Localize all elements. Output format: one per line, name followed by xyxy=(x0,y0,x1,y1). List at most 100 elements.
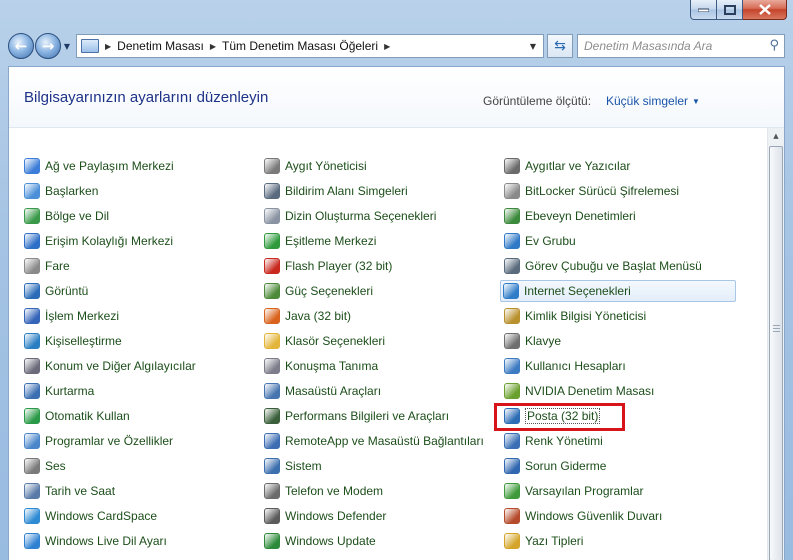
control-panel-item[interactable]: Tarih ve Saat xyxy=(24,480,115,502)
control-panel-item[interactable]: Otomatik Kullan xyxy=(24,405,130,427)
control-panel-item[interactable]: Yazı Tipleri xyxy=(504,530,583,552)
start-icon xyxy=(24,183,40,199)
control-panel-item[interactable]: Java (32 bit) xyxy=(264,305,351,327)
back-arrow-icon: ← xyxy=(14,37,28,55)
control-panel-item[interactable]: Windows Update xyxy=(264,530,376,552)
address-history-dropdown[interactable]: ▼ xyxy=(523,35,543,57)
refresh-icon: ⇆ xyxy=(554,38,566,54)
accessibility-icon xyxy=(24,233,40,249)
breadcrumb-separator-icon[interactable]: ▶ xyxy=(384,42,390,51)
control-panel-item[interactable]: Aygıtlar ve Yazıcılar xyxy=(504,155,630,177)
refresh-button[interactable]: ⇆ xyxy=(547,34,573,58)
control-panel-item[interactable]: İşlem Merkezi xyxy=(24,305,119,327)
scrollbar-thumb[interactable] xyxy=(769,146,783,560)
credential-icon xyxy=(504,308,520,324)
recent-pages-dropdown[interactable]: ▼ xyxy=(61,33,73,59)
view-by-dropdown[interactable]: Küçük simgeler ▼ xyxy=(606,94,700,108)
control-panel-item-label: Dizin Oluşturma Seçenekleri xyxy=(285,209,437,223)
control-panel-item-label: Windows Defender xyxy=(285,509,387,523)
control-panel-item[interactable]: Bildirim Alanı Simgeleri xyxy=(264,180,408,202)
autoplay-icon xyxy=(24,408,40,424)
control-panel-item[interactable]: BitLocker Sürücü Şifrelemesi xyxy=(504,180,679,202)
control-panel-item[interactable]: Kullanıcı Hesapları xyxy=(504,355,626,377)
control-panel-item[interactable]: Güç Seçenekleri xyxy=(264,280,373,302)
page-title: Bilgisayarınızın ayarlarını düzenleyin xyxy=(24,89,269,106)
control-panel-item-label: Yazı Tipleri xyxy=(525,534,584,548)
control-panel-item-label: Klasör Seçenekleri xyxy=(285,334,386,348)
nvidia-icon xyxy=(504,383,520,399)
breadcrumb-control-panel[interactable]: Denetim Masası xyxy=(117,39,204,53)
control-panel-item[interactable]: Windows CardSpace xyxy=(24,505,157,527)
control-panel-item[interactable]: Erişim Kolaylığı Merkezi xyxy=(24,230,173,252)
power-icon xyxy=(264,283,280,299)
control-panel-item[interactable]: Ev Grubu xyxy=(504,230,576,252)
control-panel-item[interactable]: Konuşma Tanıma xyxy=(264,355,378,377)
printer-icon xyxy=(504,158,520,174)
scroll-up-button[interactable]: ▲ xyxy=(768,128,784,144)
control-panel-item-label: Windows Güvenlik Duvarı xyxy=(525,509,663,523)
control-panel-item[interactable]: Windows Live Dil Ayarı xyxy=(24,530,167,552)
control-panel-item[interactable]: Kurtarma xyxy=(24,380,94,402)
control-panel-item[interactable]: Ses xyxy=(24,455,66,477)
control-panel-item[interactable]: Dizin Oluşturma Seçenekleri xyxy=(264,205,436,227)
control-panel-item[interactable]: Flash Player (32 bit) xyxy=(264,255,392,277)
control-panel-item[interactable]: Aygıt Yöneticisi xyxy=(264,155,367,177)
search-box[interactable]: Denetim Masasında Ara ⚲ xyxy=(577,34,785,58)
control-panel-item[interactable]: Telefon ve Modem xyxy=(264,480,383,502)
control-panel-item[interactable]: Windows Defender xyxy=(264,505,386,527)
control-panel-item[interactable]: Windows Güvenlik Duvarı xyxy=(504,505,662,527)
control-panel-item-label: Görev Çubuğu ve Başlat Menüsü xyxy=(525,259,702,273)
control-panel-item[interactable]: Başlarken xyxy=(24,180,98,202)
control-panel-item-label: Telefon ve Modem xyxy=(285,484,384,498)
breadcrumb-all-items[interactable]: Tüm Denetim Masası Öğeleri xyxy=(222,39,378,53)
update-icon xyxy=(264,533,280,549)
control-panel-item[interactable]: NVIDIA Denetim Masası xyxy=(504,380,654,402)
control-panel-item[interactable]: Varsayılan Programlar xyxy=(504,480,644,502)
color-icon xyxy=(504,433,520,449)
control-panel-item[interactable]: Programlar ve Özellikler xyxy=(24,430,173,452)
control-panel-item[interactable]: Sistem xyxy=(264,455,322,477)
control-panel-item[interactable]: Kişiselleştirme xyxy=(24,330,122,352)
control-panel-item-label: Konum ve Diğer Algılayıcılar xyxy=(45,359,196,373)
back-button[interactable]: ← xyxy=(8,33,34,59)
minimize-button[interactable] xyxy=(690,0,717,20)
control-panel-item-label: Java (32 bit) xyxy=(285,309,352,323)
clock-icon xyxy=(24,483,40,499)
control-panel-item[interactable]: Görev Çubuğu ve Başlat Menüsü xyxy=(504,255,702,277)
control-panel-item[interactable]: Masaüstü Araçları xyxy=(264,380,381,402)
control-panel-item[interactable]: Ağ ve Paylaşım Merkezi xyxy=(24,155,174,177)
close-button[interactable] xyxy=(743,0,787,20)
vertical-scrollbar[interactable]: ▲ xyxy=(767,128,784,560)
maximize-button[interactable] xyxy=(717,0,743,20)
minimize-icon xyxy=(698,8,709,12)
control-panel-item[interactable]: Klavye xyxy=(504,330,561,352)
control-panel-item-label: Konuşma Tanıma xyxy=(285,359,379,373)
control-panel-item[interactable]: Görüntü xyxy=(24,280,88,302)
control-panel-item[interactable]: Renk Yönetimi xyxy=(504,430,603,452)
control-panel-item[interactable]: Performans Bilgileri ve Araçları xyxy=(264,405,449,427)
control-panel-item-label: Güç Seçenekleri xyxy=(285,284,374,298)
control-panel-item[interactable]: Klasör Seçenekleri xyxy=(264,330,385,352)
control-panel-item-label: Görüntü xyxy=(45,284,89,298)
search-icon[interactable]: ⚲ xyxy=(769,38,779,53)
control-panel-item[interactable]: Internet Seçenekleri xyxy=(500,280,736,302)
control-panel-item[interactable]: Bölge ve Dil xyxy=(24,205,109,227)
globe-clock-icon xyxy=(24,208,40,224)
control-panel-item[interactable]: Fare xyxy=(24,255,70,277)
address-bar[interactable]: ▶ Denetim Masası ▶ Tüm Denetim Masası Öğ… xyxy=(76,34,544,58)
control-panel-item-label: Aygıtlar ve Yazıcılar xyxy=(525,159,631,173)
control-panel-item-label: Windows CardSpace xyxy=(45,509,158,523)
control-panel-item[interactable]: Eşitleme Merkezi xyxy=(264,230,376,252)
control-panel-item-label: Eşitleme Merkezi xyxy=(285,234,377,248)
control-panel-item-label: Renk Yönetimi xyxy=(525,434,603,448)
control-panel-item[interactable]: Ebeveyn Denetimleri xyxy=(504,205,636,227)
control-panel-item[interactable]: Konum ve Diğer Algılayıcılar xyxy=(24,355,196,377)
control-panel-item[interactable]: Kimlik Bilgisi Yöneticisi xyxy=(504,305,646,327)
control-panel-item[interactable]: Sorun Giderme xyxy=(504,455,606,477)
control-panel-item[interactable]: RemoteApp ve Masaüstü Bağlantıları xyxy=(264,430,484,452)
control-panel-item-label: Kullanıcı Hesapları xyxy=(525,359,626,373)
breadcrumb-separator-icon[interactable]: ▶ xyxy=(210,42,216,51)
content-pane: Bilgisayarınızın ayarlarını düzenleyin G… xyxy=(8,66,785,560)
breadcrumb-separator-icon[interactable]: ▶ xyxy=(105,42,111,51)
forward-button[interactable]: → xyxy=(35,33,61,59)
